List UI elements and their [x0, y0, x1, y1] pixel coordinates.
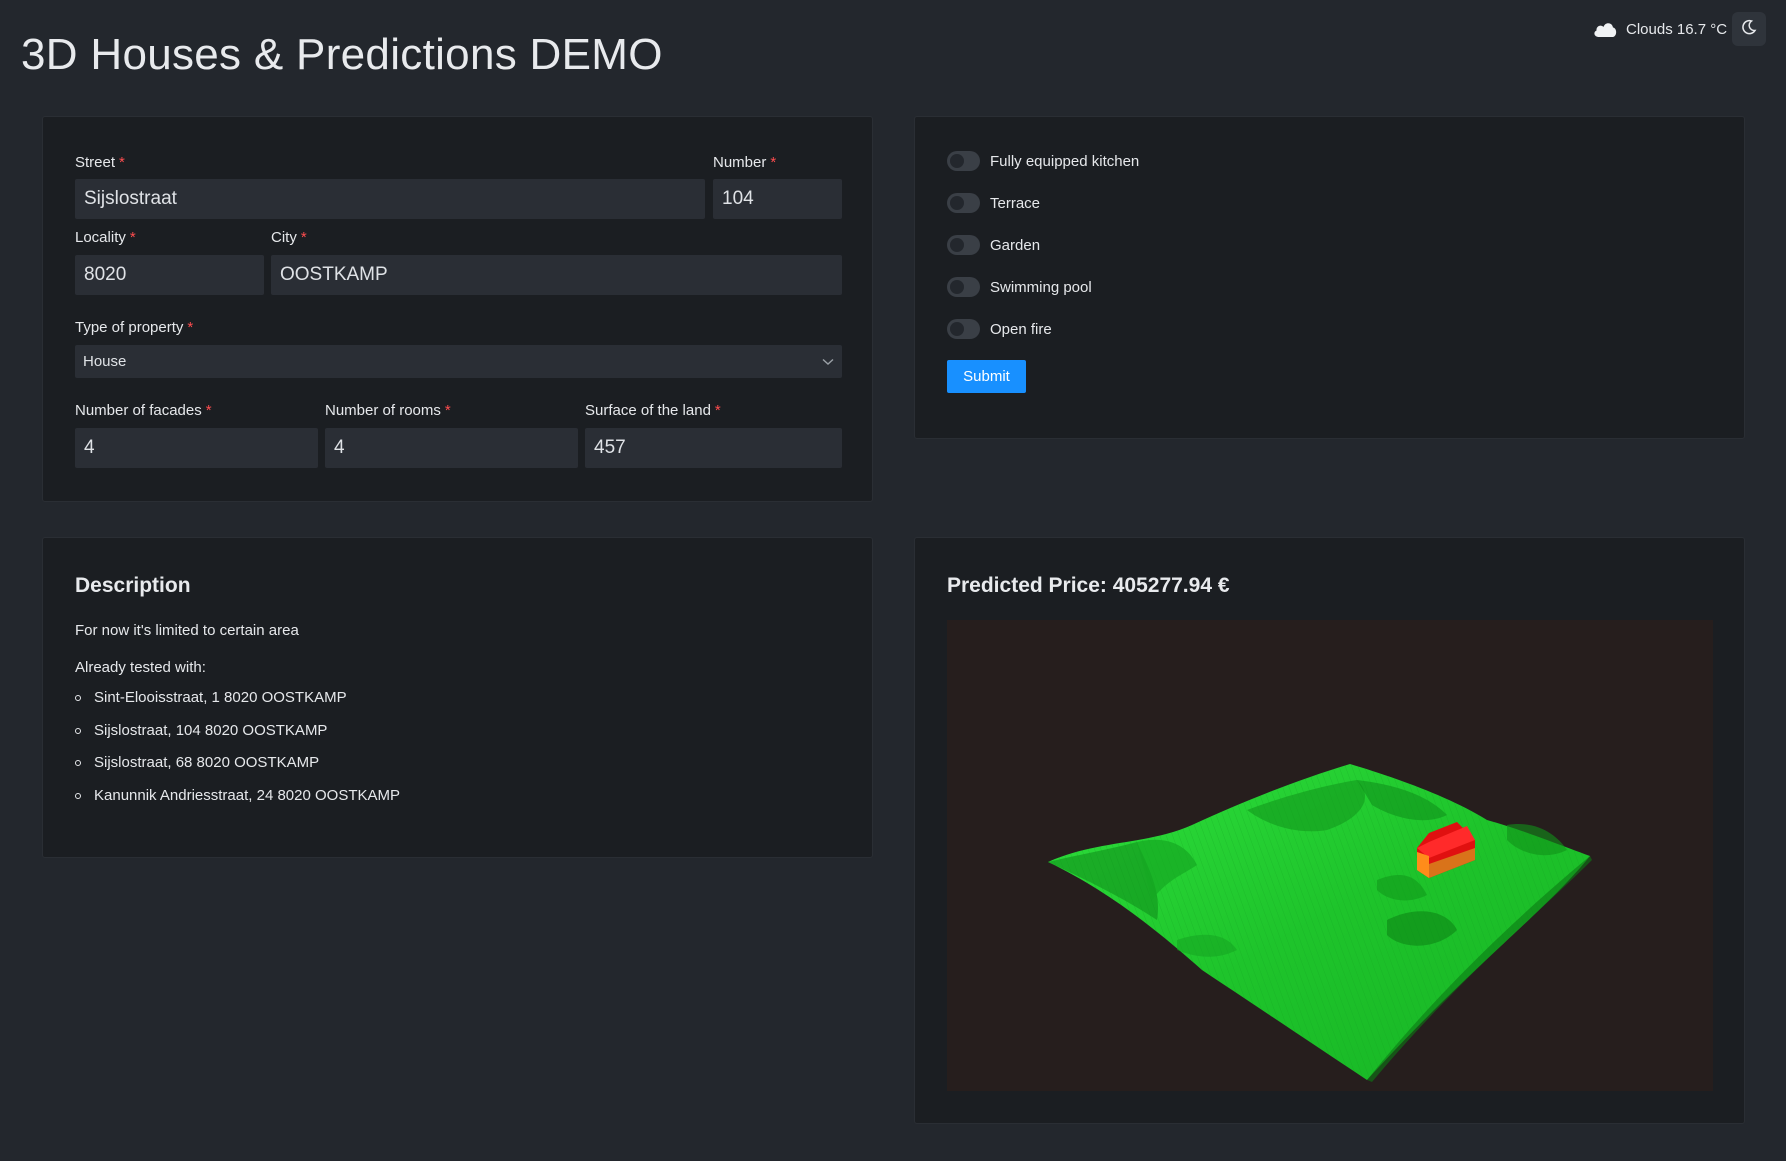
description-line-2: Already tested with:	[75, 659, 206, 676]
city-label: City *	[271, 229, 307, 246]
facades-label: Number of facades *	[75, 402, 212, 419]
list-item: Kanunnik Andriesstraat, 24 8020 OOSTKAMP	[75, 787, 400, 820]
feature-toggle-kitchen[interactable]: Fully equipped kitchen	[947, 151, 1139, 171]
moon-icon	[1741, 19, 1757, 40]
garden-switch[interactable]	[947, 235, 980, 255]
cloud-icon	[1592, 20, 1618, 38]
list-item: Sijslostraat, 68 8020 OOSTKAMP	[75, 754, 400, 787]
open-fire-switch[interactable]	[947, 319, 980, 339]
property-type-select[interactable]: House	[75, 345, 842, 378]
kitchen-switch[interactable]	[947, 151, 980, 171]
property-type-label: Type of property *	[75, 319, 194, 336]
features-card: Fully equipped kitchen Terrace Garden Sw…	[914, 116, 1745, 439]
rooms-label: Number of rooms *	[325, 402, 451, 419]
description-heading: Description	[75, 574, 191, 597]
3d-house-viewer[interactable]	[947, 620, 1713, 1091]
list-item: Sijslostraat, 104 8020 OOSTKAMP	[75, 722, 400, 755]
locality-label: Locality *	[75, 229, 136, 246]
facades-input[interactable]	[75, 428, 318, 468]
street-label: Street *	[75, 154, 125, 171]
feature-label: Fully equipped kitchen	[990, 152, 1140, 170]
page-title: 3D Houses & Predictions DEMO	[21, 30, 663, 79]
weather-text: Clouds 16.7 °C	[1626, 20, 1728, 38]
terrain-render	[1048, 764, 1592, 1082]
feature-toggle-garden[interactable]: Garden	[947, 235, 1040, 255]
property-form-card: Street* Number* Locality* City* Type of …	[42, 116, 873, 502]
theme-toggle-button[interactable]	[1732, 12, 1766, 46]
city-input[interactable]	[271, 255, 842, 295]
feature-toggle-terrace[interactable]: Terrace	[947, 193, 1040, 213]
description-line-1: For now it's limited to certain area	[75, 622, 299, 639]
prediction-card: Predicted Price: 405277.94 €	[914, 537, 1745, 1124]
street-input[interactable]	[75, 179, 705, 219]
tested-addresses-list: Sint-Elooisstraat, 1 8020 OOSTKAMP Sijsl…	[75, 689, 400, 819]
number-label: Number *	[713, 154, 777, 171]
list-item: Sint-Elooisstraat, 1 8020 OOSTKAMP	[75, 689, 400, 722]
feature-label: Garden	[990, 236, 1041, 254]
rooms-input[interactable]	[325, 428, 578, 468]
weather-widget: Clouds 16.7 °C	[1592, 20, 1727, 38]
land-surface-label: Surface of the land *	[585, 402, 721, 419]
land-surface-input[interactable]	[585, 428, 842, 468]
predicted-price-heading: Predicted Price: 405277.94 €	[947, 574, 1230, 597]
feature-toggle-swimming-pool[interactable]: Swimming pool	[947, 277, 1092, 297]
swimming-pool-switch[interactable]	[947, 277, 980, 297]
feature-label: Open fire	[990, 320, 1052, 338]
submit-button[interactable]: Submit	[947, 360, 1026, 393]
locality-input[interactable]	[75, 255, 264, 295]
number-input[interactable]	[713, 179, 842, 219]
terrace-switch[interactable]	[947, 193, 980, 213]
feature-label: Swimming pool	[990, 278, 1092, 296]
feature-label: Terrace	[990, 194, 1041, 212]
feature-toggle-open-fire[interactable]: Open fire	[947, 319, 1052, 339]
property-type-value: House	[83, 353, 127, 370]
chevron-down-icon	[822, 353, 834, 370]
description-card: Description For now it's limited to cert…	[42, 537, 873, 858]
